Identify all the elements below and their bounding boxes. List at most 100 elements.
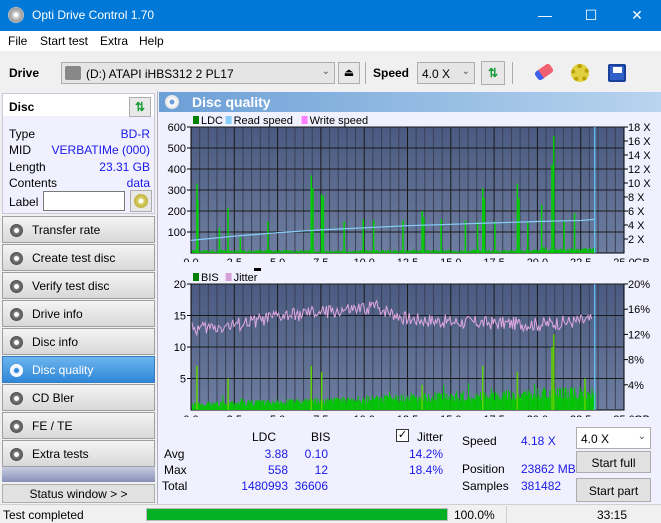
ldc-bar: [198, 251, 200, 253]
bis-bar: [578, 395, 580, 410]
ldc-bar: [315, 251, 317, 253]
ldc-bar: [468, 250, 470, 253]
eject-button[interactable]: ⏏: [338, 62, 360, 84]
menu-start-test[interactable]: Start test: [40, 34, 88, 48]
menu-help[interactable]: Help: [139, 34, 164, 48]
bis-bar: [458, 398, 460, 410]
bis-bar: [588, 392, 590, 410]
bis-bar: [300, 402, 302, 410]
refresh-button[interactable]: ⇅: [481, 61, 505, 85]
x-tick-label: 25.0: [613, 414, 634, 417]
ldc-bar: [207, 250, 209, 253]
ldc-bar: [290, 250, 292, 253]
ldc-bar: [410, 251, 412, 253]
bis-bar: [287, 402, 289, 410]
ldc-bar: [435, 250, 437, 253]
position-value: 23862 MB: [521, 462, 576, 476]
nav-verify-test-disc[interactable]: Verify test disc: [2, 272, 155, 299]
bis-bar: [369, 400, 371, 410]
start-full-button[interactable]: Start full: [576, 451, 651, 473]
ldc-bar: [590, 249, 592, 253]
y-tick-label: 20: [174, 279, 186, 291]
disc-refresh-button[interactable]: ⇅: [129, 97, 151, 117]
erase-button[interactable]: [532, 61, 556, 85]
drive-select[interactable]: (D:) ATAPI iHBS312 2 PL17 ⌄: [61, 62, 335, 84]
legend-label-1: Jitter: [234, 272, 258, 284]
disc-nav-icon: [10, 392, 23, 405]
nav-disc-info[interactable]: Disc info: [2, 328, 155, 355]
ldc-bar: [346, 252, 348, 253]
bis-bar: [357, 396, 359, 410]
ldc-bar: [345, 251, 347, 253]
maximize-button[interactable]: ☐: [568, 0, 614, 31]
legend-swatch-1: [225, 273, 232, 281]
nav-transfer-rate[interactable]: Transfer rate: [2, 216, 155, 243]
bis-bar: [245, 405, 247, 410]
start-part-button[interactable]: Start part: [576, 478, 651, 502]
ldc-bar: [575, 250, 577, 253]
bis-bar: [555, 394, 557, 410]
close-button[interactable]: ✕: [614, 0, 660, 31]
bis-bar: [459, 400, 461, 410]
nav-cd-bler[interactable]: CD Bler: [2, 384, 155, 411]
ldc-bar: [535, 249, 537, 253]
bis-bar: [409, 397, 411, 410]
bis-bar: [399, 400, 401, 410]
bis-bar: [456, 391, 458, 410]
bis-bar: [370, 399, 372, 410]
ldc-bar: [275, 250, 277, 253]
ldc-spike: [423, 217, 425, 253]
nav-extra-tests[interactable]: Extra tests: [2, 440, 155, 467]
disc-nav-icon: [10, 448, 23, 461]
ldc-bar: [258, 249, 260, 253]
legend-label-2: Write speed: [310, 115, 369, 127]
disc-label-button[interactable]: [130, 190, 152, 212]
bis-bar: [272, 401, 274, 410]
ldc-spike: [494, 221, 496, 253]
bis-bar: [450, 393, 452, 410]
nav-disc-quality[interactable]: Disc quality: [2, 356, 155, 383]
y-tick-label: 600: [168, 122, 186, 134]
disc-label-input[interactable]: [43, 191, 125, 211]
ldc-bar: [523, 251, 525, 253]
bis-bar: [564, 388, 566, 410]
ldc-spike: [227, 207, 229, 253]
nav-drive-info[interactable]: Drive info: [2, 300, 155, 327]
ldc-bar: [306, 250, 308, 253]
bis-bar: [414, 397, 417, 410]
bis-bar: [285, 404, 287, 410]
ldc-bar: [367, 250, 369, 253]
menu-extra[interactable]: Extra: [100, 34, 128, 48]
position-label: Position: [462, 462, 505, 476]
ldc-bar: [329, 250, 331, 253]
nav-fe-te[interactable]: FE / TE: [2, 412, 155, 439]
bis-bar: [543, 387, 545, 410]
settings-button[interactable]: [568, 61, 592, 85]
menu-file[interactable]: File: [8, 34, 27, 48]
test-speed-select[interactable]: 4.0 X ⌄: [576, 427, 651, 449]
nav-create-test-disc[interactable]: Create test disc: [2, 244, 155, 271]
bis-bar: [508, 389, 510, 410]
jitter-checkbox[interactable]: ✓: [396, 429, 409, 442]
minimize-button[interactable]: —: [522, 0, 568, 31]
save-button[interactable]: [605, 61, 629, 85]
bis-bar: [331, 399, 333, 410]
speed-select[interactable]: 4.0 X ⌄: [417, 62, 475, 84]
bis-bar: [389, 391, 391, 410]
ldc-bar: [381, 250, 383, 253]
ldc-bar: [294, 251, 296, 253]
bis-bar: [258, 400, 260, 410]
ldc-bar: [238, 252, 240, 253]
status-window-button[interactable]: Status window > >: [2, 484, 155, 503]
bis-bar: [563, 397, 565, 410]
ldc-bar: [427, 250, 430, 253]
bis-bar: [225, 403, 227, 410]
ldc-bar: [529, 251, 531, 253]
bis-bar: [523, 391, 525, 410]
ldc-bar: [515, 251, 517, 253]
ldc-bar: [230, 251, 233, 253]
x-axis-unit: GB: [634, 257, 650, 262]
ldc-bar: [524, 252, 526, 253]
bis-bar: [334, 399, 336, 410]
ldc-bar: [571, 249, 574, 253]
